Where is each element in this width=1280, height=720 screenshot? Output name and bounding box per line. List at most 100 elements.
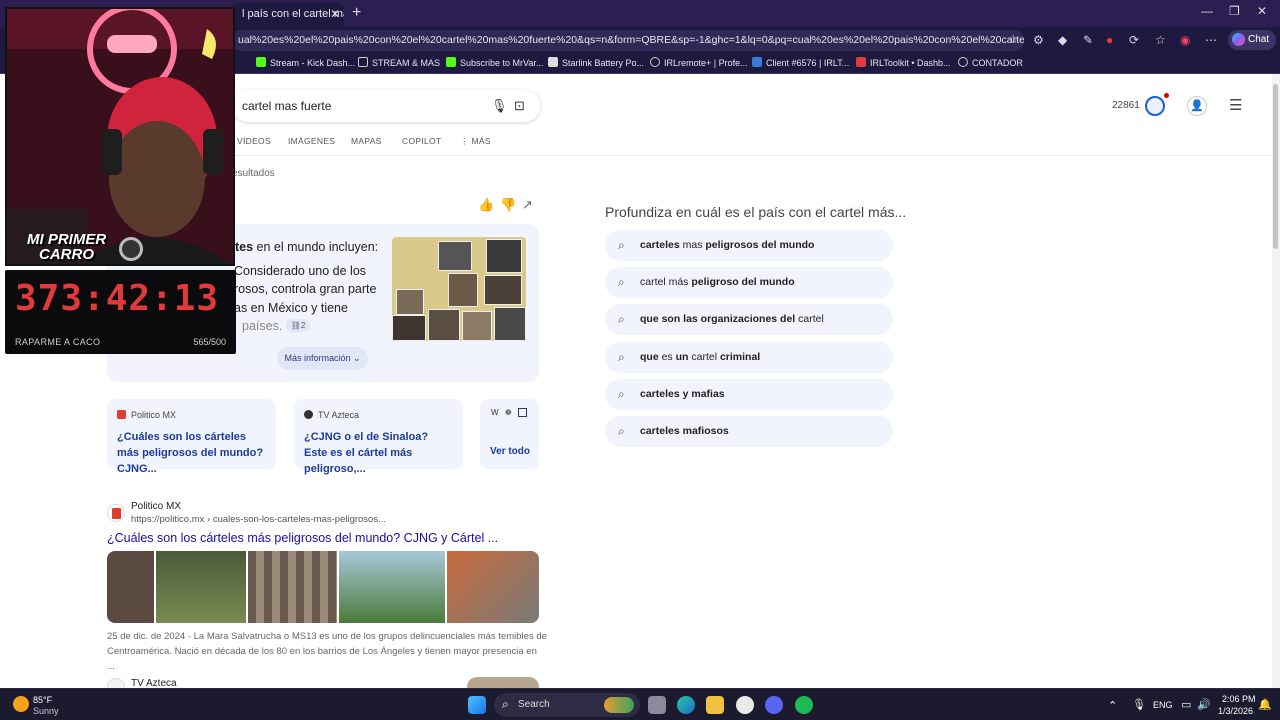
folder-icon (358, 57, 368, 67)
profile-avatar-icon[interactable]: ◉ (1180, 33, 1190, 47)
globe-icon (650, 57, 660, 67)
kick-icon (256, 57, 266, 67)
edge-browser-icon[interactable] (677, 696, 695, 714)
share-icon[interactable]: ↗ (522, 197, 533, 213)
related-search-item[interactable]: ⌕ carteles mas peligrosos del mundo (605, 230, 893, 261)
tab-maps[interactable]: MAPAS (351, 136, 382, 146)
copilot-chat-button[interactable]: Chat (1228, 30, 1276, 50)
subathon-timer: 373:42:13 RAPARME A CACO 565/500 (5, 270, 236, 354)
visual-search-icon[interactable]: ⊡ (514, 98, 525, 114)
globe-icon (958, 57, 968, 67)
see-all-card[interactable]: W ❁ Ver todo (480, 399, 539, 469)
source-site-label: Politico MX (131, 410, 177, 420)
bookmark-item[interactable]: IRLremote+ | Profe... (650, 56, 748, 70)
favorites-icon[interactable]: ☆ (1155, 33, 1166, 47)
extension-icon[interactable]: ⚙ (1033, 33, 1044, 47)
bookmark-label: Stream - Kick Dash... (270, 58, 356, 68)
extensions-icon[interactable]: ⟳ (1129, 33, 1139, 47)
clock-date[interactable]: 1/3/2026 (1218, 706, 1253, 716)
rewards-points[interactable]: 22861 (1112, 100, 1140, 111)
close-tab-icon[interactable]: ✕ (330, 3, 340, 25)
task-view-icon[interactable] (648, 696, 666, 714)
chevron-down-icon: ⌄ (353, 353, 361, 363)
weather-temp[interactable]: 85°F (33, 695, 52, 705)
result-image[interactable] (248, 551, 337, 623)
scrollbar-thumb[interactable] (1273, 84, 1278, 249)
bookmark-item[interactable]: Stream - Kick Dash... (256, 56, 355, 70)
more-options-icon[interactable]: ⋯ (1205, 33, 1217, 47)
result-image[interactable] (107, 551, 154, 623)
maximize-icon[interactable]: ❐ (1229, 4, 1240, 18)
microphone-tray-icon[interactable]: 🎙 (1132, 698, 1146, 711)
discord-icon[interactable] (765, 696, 783, 714)
spotify-icon[interactable] (795, 696, 813, 714)
bookmark-item[interactable]: IRLToolkit • Dashb... (856, 56, 951, 70)
snippet-line: 25 de dic. de 2024 · La Mara Salvatrucha… (107, 631, 547, 642)
extension-shield-icon[interactable]: ● (1106, 33, 1113, 47)
citation-badge[interactable]: ⛓2 (286, 319, 310, 332)
close-window-icon[interactable]: ✕ (1257, 4, 1267, 18)
ai-answer-line-1: tes en el mundo incluyen: (235, 238, 378, 256)
extension-diamond-icon[interactable]: ◆ (1058, 33, 1067, 47)
source-card[interactable]: Politico MX ¿Cuáles son los cárteles más… (107, 399, 276, 475)
page-scrollbar[interactable] (1272, 74, 1280, 688)
tab-copilot[interactable]: COPILOT (402, 136, 441, 146)
tab-more[interactable]: ⋮ MÁS (460, 136, 491, 147)
bookmark-item[interactable]: CONTADOR (958, 56, 1023, 70)
browser-tab-active[interactable]: l país con el cartel mas fu ✕ (232, 3, 344, 27)
rewards-icon[interactable] (1145, 96, 1165, 116)
thumbs-down-icon[interactable]: 👎 (500, 197, 516, 213)
hamburger-menu-icon[interactable]: ☰ (1229, 96, 1242, 114)
result-url[interactable]: https://politico.mx › cuales-son-los-car… (131, 514, 386, 525)
bookmark-item[interactable]: Subscribe to MrVar... (446, 56, 543, 70)
new-tab-icon[interactable]: + (352, 3, 361, 23)
copilot-icon (1232, 33, 1245, 46)
user-account-icon[interactable]: 👤 (1187, 96, 1207, 116)
obs-icon[interactable] (736, 696, 754, 714)
source-card[interactable]: TV Azteca ¿CJNG o el de Sinaloa? Este es… (294, 399, 463, 475)
related-search-text: un (675, 351, 689, 363)
wikipedia-icon: W (491, 408, 499, 417)
result-title-link[interactable]: ¿Cuáles son los cárteles más peligrosos … (107, 531, 498, 545)
network-icon[interactable]: ▭ (1181, 698, 1191, 711)
windows-start-icon[interactable] (468, 696, 486, 714)
result-image[interactable] (156, 551, 246, 623)
file-explorer-icon[interactable] (706, 696, 724, 714)
related-search-text: criminal (719, 351, 761, 363)
bookmark-folder-item[interactable]: STREAM & MAS (358, 56, 440, 70)
tray-chevron-icon[interactable]: ⌃ (1108, 699, 1117, 712)
weather-sun-icon[interactable] (13, 696, 29, 712)
language-indicator[interactable]: ENG (1153, 700, 1173, 710)
bookmark-item[interactable]: Starlink Battery Po... (548, 56, 644, 70)
thumbs-up-icon[interactable]: 👍 (478, 197, 494, 213)
related-search-item[interactable]: ⌕ que es un cartel criminal (605, 342, 893, 373)
related-search-item[interactable]: ⌕ que son las organizaciones del cartel (605, 304, 893, 335)
ai-answer-image[interactable] (392, 237, 526, 341)
weather-condition[interactable]: Sunny (33, 706, 59, 716)
minimize-icon[interactable]: — (1201, 4, 1213, 18)
related-search-text: mas (679, 239, 706, 251)
related-search-item[interactable]: ⌕ carteles y mafias (605, 379, 893, 410)
taskbar-search[interactable]: ⌕ Search (494, 693, 640, 717)
politico-favicon (107, 504, 125, 522)
result-image[interactable] (447, 551, 539, 623)
ai-answer-line-2: Considerado uno de los (234, 264, 367, 278)
related-search-item[interactable]: ⌕ carteles mafiosos (605, 416, 893, 447)
tab-videos[interactable]: VÍDEOS (237, 136, 271, 146)
related-search-text: que (640, 351, 659, 363)
favorite-star-icon[interactable]: ☆ (1008, 32, 1019, 46)
related-search-item[interactable]: ⌕ cartel más peligroso del mundo (605, 267, 893, 298)
clock-time[interactable]: 2:06 PM (1222, 694, 1256, 704)
divider (232, 155, 1272, 156)
notifications-icon[interactable]: 🔔 (1258, 698, 1272, 711)
url-field[interactable]: ual%20es%20el%20pais%20con%20el%20cartel… (232, 30, 1024, 51)
bookmark-item[interactable]: Client #6576 | IRLT... (752, 56, 849, 70)
tab-images[interactable]: IMÁGENES (288, 136, 335, 146)
volume-icon[interactable]: 🔊 (1197, 698, 1211, 711)
microphone-icon[interactable]: 🎙 (491, 98, 508, 114)
more-info-button[interactable]: Más información ⌄ (277, 347, 368, 370)
result-thumbnail[interactable] (467, 677, 539, 688)
result-image[interactable] (339, 551, 445, 623)
bookmark-label: IRLToolkit • Dashb... (870, 58, 951, 68)
extension-pen-icon[interactable]: ✎ (1083, 33, 1093, 47)
